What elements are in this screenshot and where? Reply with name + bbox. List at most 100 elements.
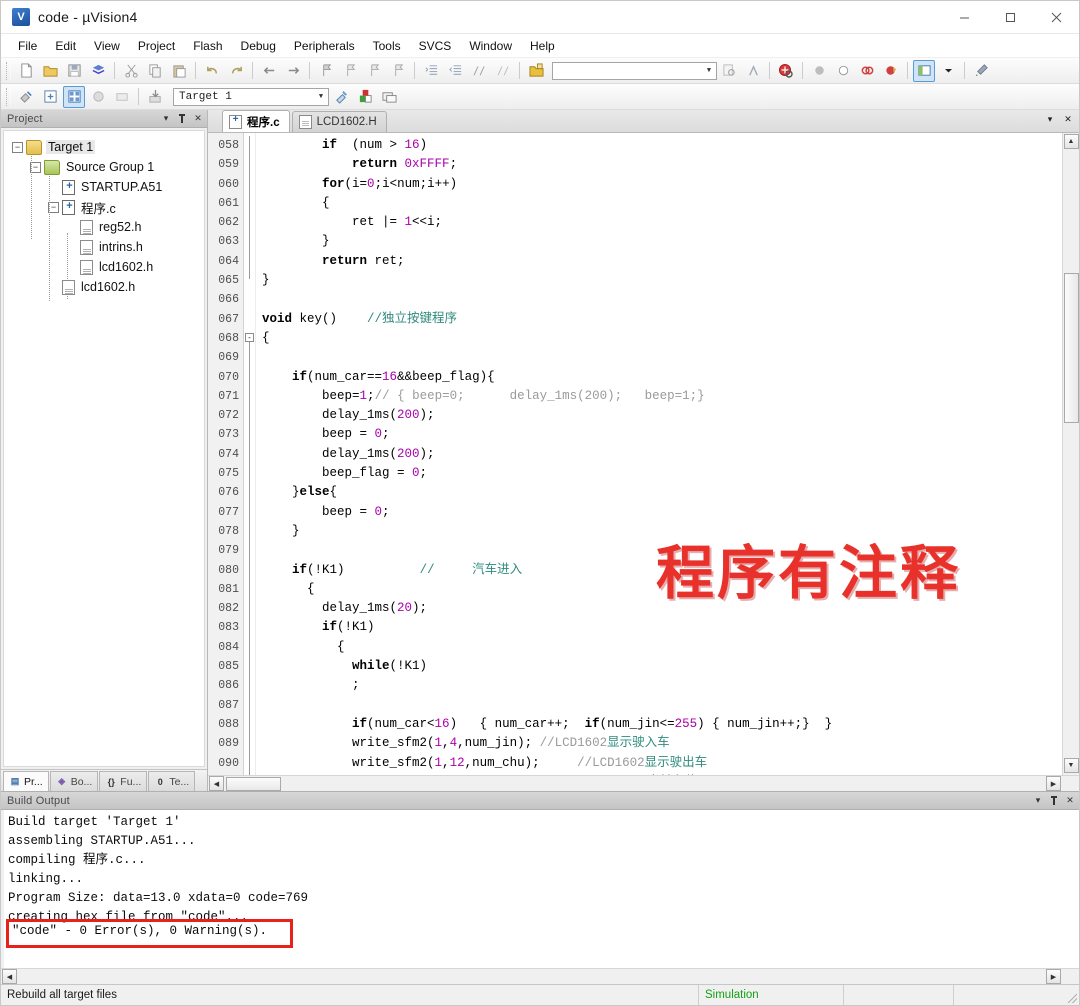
bookmark-toggle-icon[interactable]: [742, 60, 764, 82]
code-line[interactable]: if (num > 16): [256, 136, 1062, 155]
menu-tools[interactable]: Tools: [364, 36, 410, 56]
navigate-forward-icon[interactable]: [282, 60, 304, 82]
code-line[interactable]: [256, 290, 1062, 309]
window-layout-icon[interactable]: [913, 59, 935, 82]
code-line[interactable]: if(!K1) // 汽车进入: [256, 561, 1062, 580]
menu-project[interactable]: Project: [129, 36, 184, 56]
find-in-files-icon[interactable]: [718, 60, 740, 82]
code-line[interactable]: write_sfm2(1,12,num_chu); //LCD1602显示驶出车: [256, 754, 1062, 773]
code-line[interactable]: delay_1ms(200);: [256, 445, 1062, 464]
undo-icon[interactable]: [201, 60, 223, 82]
code-line[interactable]: delay_1ms(200);: [256, 406, 1062, 425]
close-button[interactable]: [1033, 1, 1079, 33]
code-line[interactable]: }: [256, 271, 1062, 290]
tree-expander-target-1[interactable]: −: [12, 141, 23, 153]
batch-build-icon[interactable]: [87, 86, 109, 108]
build-toolbar-grip[interactable]: [6, 87, 11, 106]
menu-window[interactable]: Window: [460, 36, 521, 56]
code-folding-column[interactable]: -: [244, 133, 256, 775]
indent-icon[interactable]: [420, 60, 442, 82]
menu-svcs[interactable]: SVCS: [410, 36, 461, 56]
copy-icon[interactable]: [144, 60, 166, 82]
tree-item-target-1[interactable]: − Target 1: [4, 137, 204, 157]
build-output-hscrollbar[interactable]: ◀ ▶: [1, 968, 1079, 984]
editor-tab-chengxu-c[interactable]: 程序.c: [222, 110, 290, 132]
editor-vertical-scrollbar[interactable]: ▲ ▼: [1062, 133, 1079, 775]
rebuild-all-icon[interactable]: [63, 85, 85, 108]
outdent-icon[interactable]: [444, 60, 466, 82]
menu-file[interactable]: File: [9, 36, 46, 56]
multi-project-icon[interactable]: [378, 86, 400, 108]
scroll-right-button[interactable]: ▶: [1046, 776, 1061, 791]
clear-bookmarks-icon[interactable]: [387, 60, 409, 82]
translate-file-icon[interactable]: [15, 86, 37, 108]
next-bookmark-icon[interactable]: [363, 60, 385, 82]
build-close-icon[interactable]: ✕: [1063, 794, 1077, 808]
navigate-back-icon[interactable]: [258, 60, 280, 82]
menu-peripherals[interactable]: Peripherals: [285, 36, 364, 56]
code-text[interactable]: if (num > 16) return 0xFFFF; for(i=0;i<n…: [256, 133, 1062, 775]
kill-breakpoint-icon[interactable]: [832, 60, 854, 82]
code-line[interactable]: beep = 0;: [256, 503, 1062, 522]
save-icon[interactable]: [63, 60, 85, 82]
code-line[interactable]: if(num_car<16) { num_car++; if(num_jin<=…: [256, 715, 1062, 734]
build-target-icon[interactable]: [39, 86, 61, 108]
code-line[interactable]: beep=1;// { beep=0; delay_1ms(200); beep…: [256, 387, 1062, 406]
build-scroll-left-button[interactable]: ◀: [2, 969, 17, 984]
menu-edit[interactable]: Edit: [46, 36, 85, 56]
prev-bookmark-icon[interactable]: [339, 60, 361, 82]
scroll-down-button[interactable]: ▼: [1063, 758, 1079, 773]
editor-tab-lcd1602-h[interactable]: LCD1602.H: [291, 111, 387, 132]
code-line[interactable]: }else{: [256, 483, 1062, 502]
layout-dropdown-icon[interactable]: [937, 60, 959, 82]
code-line[interactable]: [256, 541, 1062, 560]
stop-build-icon[interactable]: [111, 86, 133, 108]
editor-menu-icon[interactable]: ▾: [1043, 112, 1057, 126]
start-debug-icon[interactable]: [775, 60, 797, 82]
code-line[interactable]: beep_flag = 0;: [256, 464, 1062, 483]
code-line[interactable]: void key() //独立按键程序: [256, 310, 1062, 329]
code-line[interactable]: delay_1ms(20);: [256, 599, 1062, 618]
code-line[interactable]: return ret;: [256, 252, 1062, 271]
target-select-arrow-icon[interactable]: ▼: [314, 89, 328, 105]
editor-hscroll-thumb[interactable]: [226, 776, 281, 791]
code-line[interactable]: beep = 0;: [256, 425, 1062, 444]
kill-all-breakpoints-icon[interactable]: [880, 60, 902, 82]
tree-item-lcd1602-h[interactable]: lcd1602.h: [4, 277, 204, 297]
target-select[interactable]: Target 1 ▼: [173, 87, 329, 106]
tab-books[interactable]: ◈ Bo...: [49, 771, 99, 791]
menu-view[interactable]: View: [85, 36, 129, 56]
code-line[interactable]: write_sfm2(1,4,num_jin); //LCD1602显示驶入车: [256, 734, 1062, 753]
manage-components-icon[interactable]: [354, 86, 376, 108]
paste-icon[interactable]: [168, 60, 190, 82]
comment-lines-icon[interactable]: //: [468, 60, 490, 82]
editor-scroll-thumb[interactable]: [1064, 273, 1079, 423]
code-line[interactable]: {: [256, 194, 1062, 213]
menu-debug[interactable]: Debug: [232, 36, 285, 56]
build-scroll-right-button[interactable]: ▶: [1046, 969, 1061, 984]
code-line[interactable]: for(i=0;i<num;i++): [256, 175, 1062, 194]
project-tree[interactable]: − Target 1 − Source Group 1 STARTUP.A51 …: [3, 130, 205, 767]
disable-breakpoint-icon[interactable]: [856, 60, 878, 82]
tab-templates[interactable]: 0 Te...: [148, 771, 196, 791]
open-project-icon[interactable]: [525, 60, 547, 82]
find-combo[interactable]: ▼: [552, 61, 717, 80]
code-line[interactable]: ;: [256, 676, 1062, 695]
code-line[interactable]: if(!K1): [256, 618, 1062, 637]
cut-icon[interactable]: [120, 60, 142, 82]
redo-icon[interactable]: [225, 60, 247, 82]
tree-item-startup-a51[interactable]: STARTUP.A51: [4, 177, 204, 197]
tab-project[interactable]: ▤ Pr...: [3, 771, 49, 791]
code-line[interactable]: ret |= 1<<i;: [256, 213, 1062, 232]
tree-item-chengxu-c[interactable]: − 程序.c: [4, 197, 204, 217]
find-combo-arrow-icon[interactable]: ▼: [702, 63, 716, 79]
toolbar-grip[interactable]: [6, 61, 11, 80]
build-output-text[interactable]: Build target 'Target 1' assembling START…: [1, 810, 1079, 968]
code-line[interactable]: return 0xFFFF;: [256, 155, 1062, 174]
tree-item-source-group-1[interactable]: − Source Group 1: [4, 157, 204, 177]
uncomment-lines-icon[interactable]: //: [492, 60, 514, 82]
code-line[interactable]: {: [256, 580, 1062, 599]
save-all-icon[interactable]: [87, 60, 109, 82]
editor-horizontal-scrollbar[interactable]: ◀ ▶: [208, 775, 1079, 791]
target-select-value[interactable]: Target 1: [179, 91, 314, 103]
